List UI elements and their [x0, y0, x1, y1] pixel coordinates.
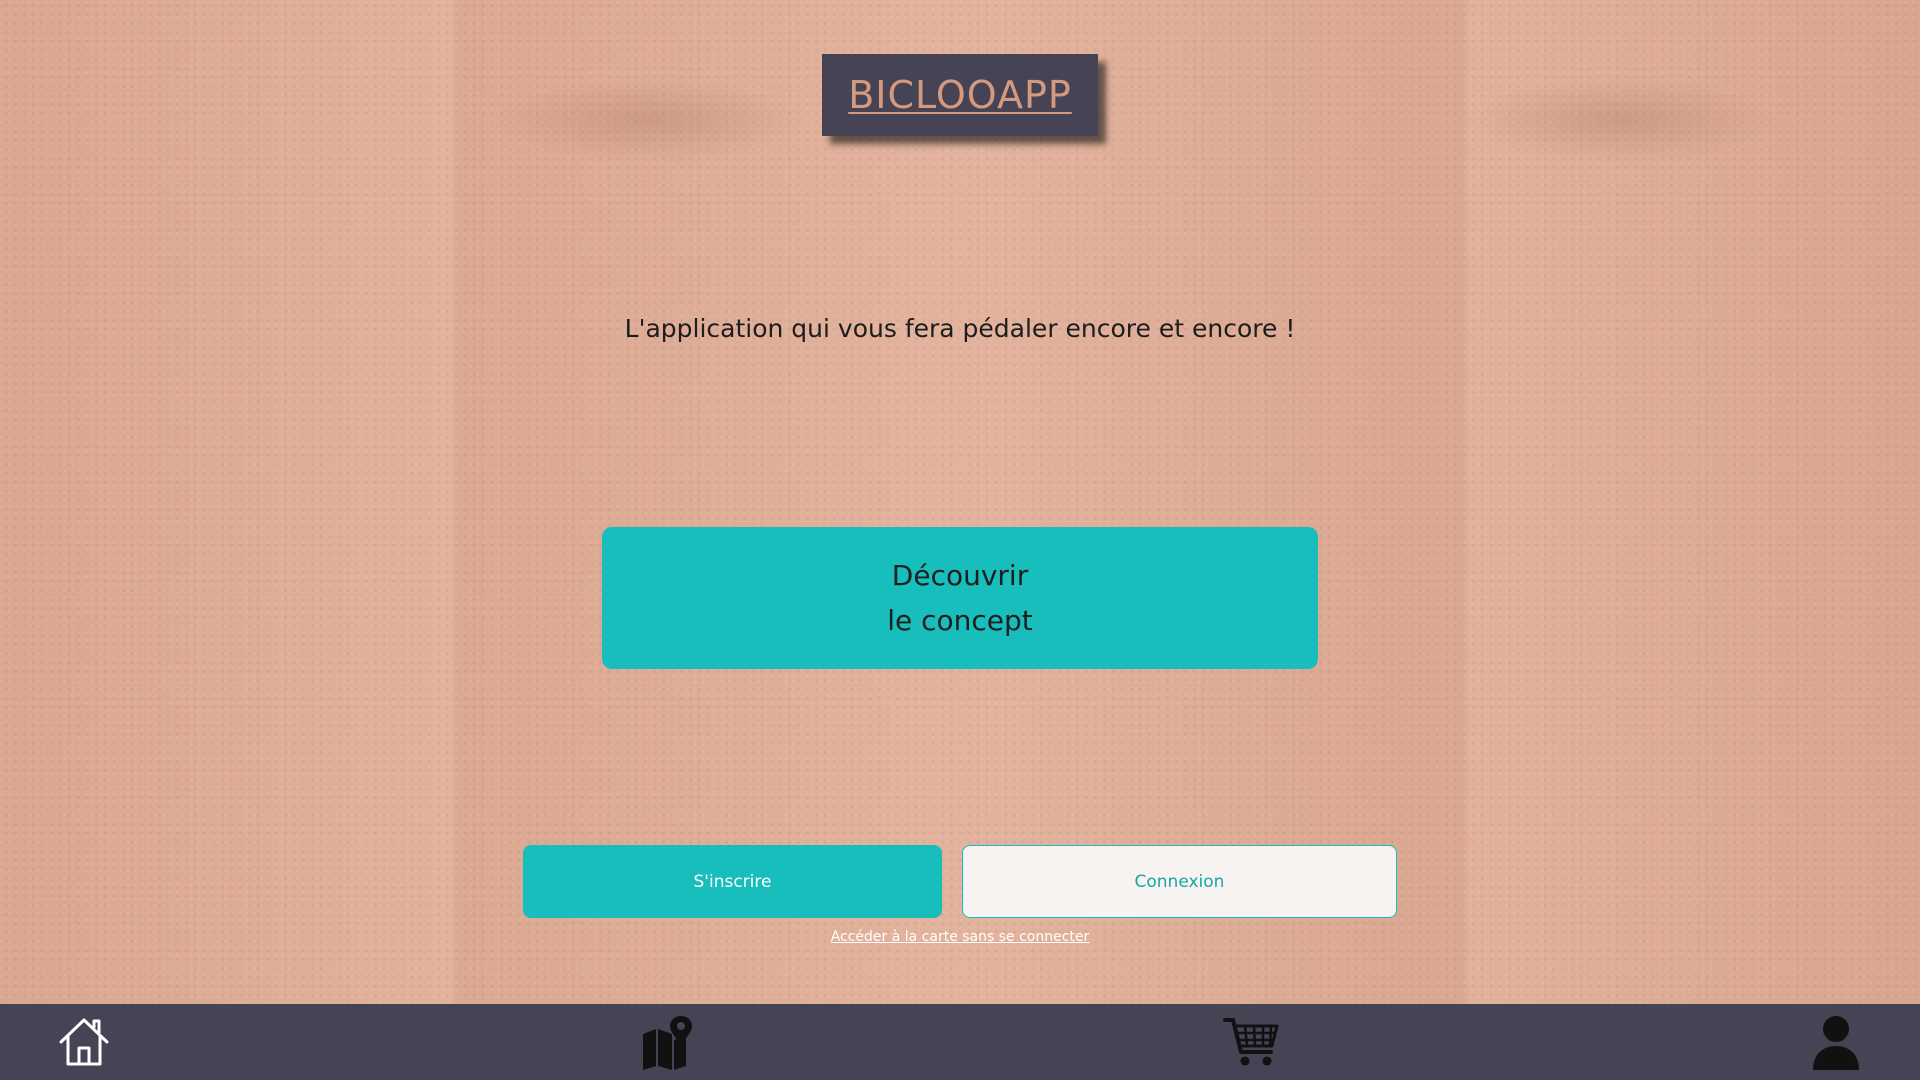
- map-icon: [643, 1016, 692, 1070]
- concept-button-line1: Découvrir: [891, 559, 1029, 592]
- signup-button[interactable]: S'inscrire: [523, 845, 942, 918]
- nav-home-button[interactable]: [54, 1012, 114, 1072]
- nav-cart-button[interactable]: [1222, 1012, 1282, 1072]
- app-logo: BICLOOAPP: [822, 54, 1098, 136]
- cart-icon: [1223, 1018, 1279, 1066]
- login-button[interactable]: Connexion: [962, 845, 1397, 918]
- user-icon: [1813, 1016, 1859, 1070]
- bottom-navigation: [0, 1004, 1920, 1080]
- concept-button-line2: le concept: [887, 604, 1033, 637]
- guest-map-link[interactable]: Accéder à la carte sans se connecter: [0, 929, 1920, 945]
- discover-concept-button[interactable]: Découvrir le concept: [602, 527, 1318, 669]
- logo-text: BICLOOAPP: [848, 73, 1072, 117]
- nav-map-button[interactable]: [638, 1012, 698, 1072]
- tagline: L'application qui vous fera pédaler enco…: [624, 314, 1296, 343]
- home-icon: [59, 1018, 109, 1066]
- nav-profile-button[interactable]: [1806, 1012, 1866, 1072]
